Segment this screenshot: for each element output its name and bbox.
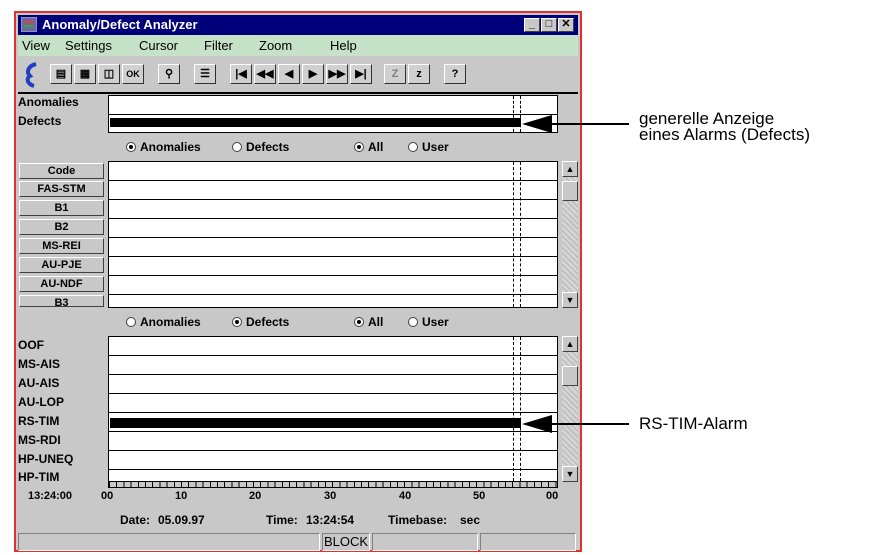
close-button[interactable]: ✕ [558,18,574,32]
last-icon[interactable]: ▶| [350,64,372,84]
app-icon[interactable] [21,17,37,32]
ok-filter-icon[interactable]: OK [122,64,144,84]
label-defects: Defects [18,114,62,128]
maximize-button[interactable]: □ [541,18,557,32]
filter1-anomalies[interactable]: Anomalies [126,140,201,154]
filter2-user[interactable]: User [408,315,449,329]
overview-defect-bar [110,118,521,127]
filter2-all[interactable]: All [354,315,383,329]
zoom-out-icon[interactable]: Z [384,64,406,84]
time-tick-20: 20 [249,490,262,502]
code-b3-button[interactable]: B3 [19,295,104,309]
toolbar: ▤ ▦ ◫ OK ⚲ ☰ |◀ ◀◀ ◀ ▶ ▶▶ ▶| Z z ? [18,57,578,94]
forward-icon[interactable]: ▶ [302,64,324,84]
time-axis-ticks [108,482,558,488]
filter1-all[interactable]: All [354,140,383,154]
scroll-down-icon[interactable]: ▼ [562,466,578,482]
menu-settings[interactable]: Settings [65,38,112,53]
rs-tim-alarm-bar [110,418,521,428]
menu-filter[interactable]: Filter [204,38,233,53]
chart-view-icon[interactable]: ▤ [50,64,72,84]
annotation-bottom: RS-TIM-Alarm [639,414,748,433]
table-view-icon[interactable]: ▦ [74,64,96,84]
menu-bar: View Settings Cursor Filter Zoom Help [18,35,578,56]
list-icon[interactable]: ☰ [194,64,216,84]
time-axis-start: 13:24:00 [28,490,73,502]
minimize-button[interactable]: _ [524,18,540,32]
defect-label-au-lop: AU-LOP [18,395,64,409]
fast-forward-icon[interactable]: ▶▶ [326,64,348,84]
time-tick-30: 30 [324,490,337,502]
code-header-button[interactable]: Code [19,163,104,179]
analyzer-window: Anomaly/Defect Analyzer _ □ ✕ View Setti… [14,11,582,552]
time-label: Time: [266,513,298,527]
cursor-line-2[interactable] [520,96,521,132]
annotation-arrow-top [522,115,552,133]
menu-view[interactable]: View [22,38,50,53]
menu-zoom[interactable]: Zoom [259,38,292,53]
anomaly-scrollbar[interactable]: ▲ ▼ [562,161,578,308]
defect-label-hp-tim: HP-TIM [18,470,60,481]
code-b2-button[interactable]: B2 [19,219,104,235]
status-cell-2 [372,533,478,551]
status-cell-3 [480,533,576,551]
window-title: Anomaly/Defect Analyzer [42,17,198,32]
menu-help[interactable]: Help [330,38,357,53]
timebase-value: sec [460,513,481,527]
zoom-in-icon[interactable]: z [408,64,430,84]
time-tick-60: 00 [546,490,559,502]
code-au-pje-button[interactable]: AU-PJE [19,257,104,273]
timebase-label: Timebase: [388,513,448,527]
filter1-user[interactable]: User [408,140,449,154]
overview-area [108,95,558,133]
date-value: 05.09.97 [158,513,205,527]
anomaly-graph-area [108,161,558,308]
time-tick-40: 40 [399,490,412,502]
time-tick-50: 50 [473,490,486,502]
filter1-defects[interactable]: Defects [232,140,289,154]
date-label: Date: [120,513,151,527]
code-ms-rei-button[interactable]: MS-REI [19,238,104,254]
label-anomalies: Anomalies [18,95,79,109]
defect-graph-area [108,336,558,482]
code-au-ndf-button[interactable]: AU-NDF [19,276,104,292]
code-b1-button[interactable]: B1 [19,200,104,216]
annotation-line-top [552,123,629,125]
annotation-arrow-bottom [522,415,552,433]
defect-label-ms-ais: MS-AIS [18,357,60,371]
back-icon[interactable]: ◀ [278,64,300,84]
first-icon[interactable]: |◀ [230,64,252,84]
defect-label-ms-rdi: MS-RDI [18,433,61,447]
status-mode: BLOCK [322,533,370,551]
status-cell-empty [18,533,320,551]
defect-label-hp-uneq: HP-UNEQ [18,452,74,466]
app-logo-icon [24,62,40,88]
defect-label-oof: OOF [18,338,44,352]
code-fas-stm-button[interactable]: FAS-STM [19,181,104,197]
panel-view-icon[interactable]: ◫ [98,64,120,84]
filter2-anomalies[interactable]: Anomalies [126,315,201,329]
help-icon[interactable]: ? [444,64,466,84]
annotation-top-line2: eines Alarms (Defects) [639,125,810,144]
scroll-thumb[interactable] [562,181,578,201]
search-icon[interactable]: ⚲ [158,64,180,84]
scroll-up-icon[interactable]: ▲ [562,161,578,177]
title-bar[interactable]: Anomaly/Defect Analyzer _ □ ✕ [18,15,578,35]
cursor-line[interactable] [513,96,514,132]
defect-label-rs-tim: RS-TIM [18,414,60,428]
time-tick-10: 10 [175,490,188,502]
menu-cursor[interactable]: Cursor [139,38,178,53]
annotation-line-bottom [552,423,629,425]
time-tick-0: 00 [101,490,114,502]
defect-label-au-ais: AU-AIS [18,376,60,390]
time-value: 13:24:54 [306,513,355,527]
filter2-defects[interactable]: Defects [232,315,289,329]
fast-back-icon[interactable]: ◀◀ [254,64,276,84]
scroll-up-icon[interactable]: ▲ [562,336,578,352]
defect-scrollbar[interactable]: ▲ ▼ [562,336,578,482]
scroll-thumb[interactable] [562,366,578,386]
scroll-down-icon[interactable]: ▼ [562,292,578,308]
